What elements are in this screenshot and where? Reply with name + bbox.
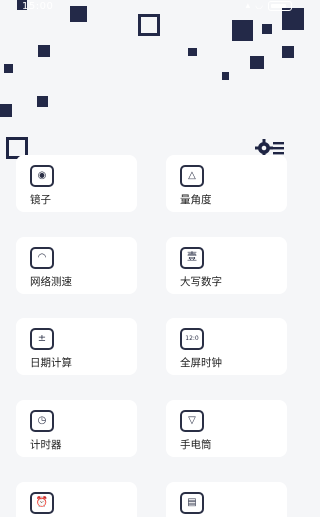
tool-label: 量角度 (180, 194, 212, 206)
clock-icon: ◷ (30, 410, 54, 432)
decor-square (262, 24, 272, 34)
wifi-icon: ◡ (255, 1, 263, 11)
status-indicators: ▴ ◡ (246, 1, 292, 11)
speedometer-icon: ◠ (30, 247, 54, 269)
tool-label: 网络测速 (30, 276, 72, 288)
status-time: 15:00 (22, 1, 54, 12)
battery-icon (268, 1, 292, 11)
signal-icon: ▴ (245, 1, 251, 11)
decor-square (0, 104, 12, 117)
tool-card[interactable]: △ 量角度 (166, 155, 287, 212)
protractor-icon: △ (180, 165, 204, 187)
tool-card[interactable]: ± 日期计算 (16, 318, 137, 375)
tool-label: 镜子 (30, 194, 51, 206)
app-screen: 15:00 ▴ ◡ ◉ 镜子 △ 量角度 ◠ 网络测速 壹 大写数字 ± 日期计… (0, 0, 306, 517)
decor-square (232, 20, 253, 41)
tool-card[interactable]: ▤ (166, 482, 287, 517)
calendar-icon: ± (30, 328, 54, 350)
flashlight-icon: ▽ (180, 410, 204, 432)
tool-card[interactable]: ◷ 计时器 (16, 400, 137, 457)
tool-card[interactable]: ◉ 镜子 (16, 155, 137, 212)
decor-square (282, 46, 294, 58)
decor-square (37, 96, 48, 107)
id-card-icon: ▤ (180, 492, 204, 514)
alarm-clock-icon: ⏰ (30, 492, 54, 514)
decor-square (222, 72, 229, 80)
tool-label: 手电筒 (180, 439, 212, 451)
status-bar: 15:00 ▴ ◡ (0, 0, 306, 14)
decor-square (38, 45, 50, 57)
mirror-icon: ◉ (30, 165, 54, 187)
tool-card[interactable]: ▽ 手电筒 (166, 400, 287, 457)
header-pattern: 15:00 ▴ ◡ (0, 0, 306, 170)
decor-square (188, 48, 197, 56)
tool-label: 日期计算 (30, 357, 72, 369)
tool-label: 大写数字 (180, 276, 222, 288)
tool-card[interactable]: ⏰ (16, 482, 137, 517)
tool-card[interactable]: ◠ 网络测速 (16, 237, 137, 294)
tool-card[interactable]: 12:0 全屏时钟 (166, 318, 287, 375)
uppercase-number-icon: 壹 (180, 247, 204, 269)
tool-label: 计时器 (30, 439, 62, 451)
fullscreen-clock-icon: 12:0 (180, 328, 204, 350)
decor-square (250, 56, 264, 69)
decor-square-outline (138, 14, 160, 36)
decor-square (4, 64, 13, 73)
tool-label: 全屏时钟 (180, 357, 222, 369)
tool-card[interactable]: 壹大写数字 (166, 237, 287, 294)
